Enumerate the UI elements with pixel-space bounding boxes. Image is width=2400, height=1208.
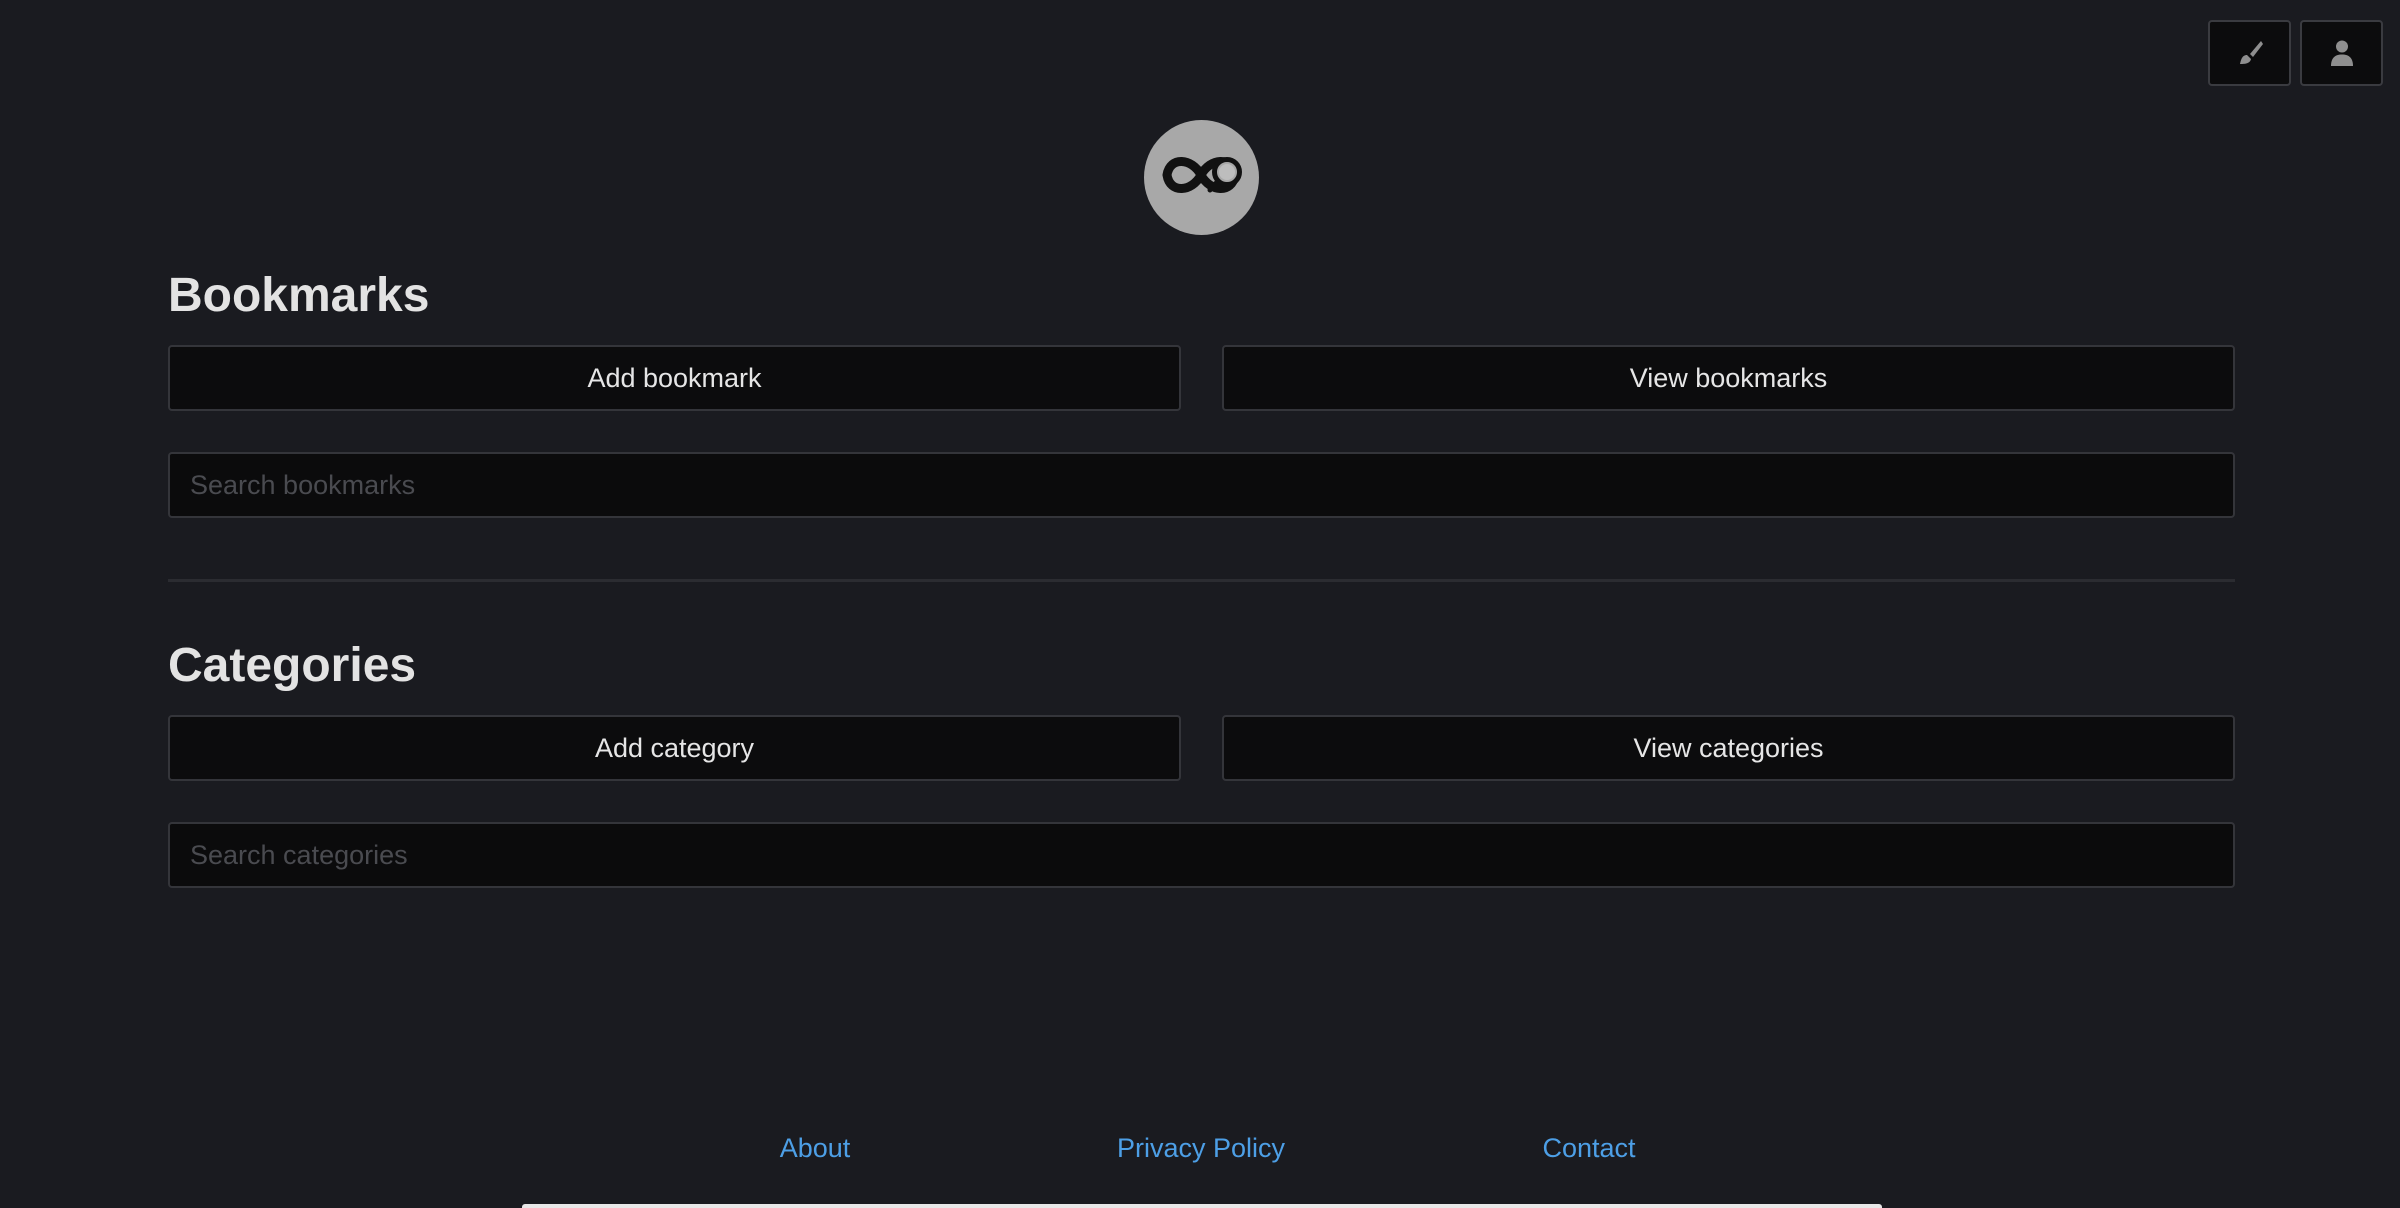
top-actions xyxy=(2208,20,2383,86)
view-categories-button[interactable]: View categories xyxy=(1222,715,2235,781)
app-logo xyxy=(1144,120,1259,235)
add-bookmark-button[interactable]: Add bookmark xyxy=(168,345,1181,411)
bookmarks-heading: Bookmarks xyxy=(168,269,430,322)
view-bookmarks-button[interactable]: View bookmarks xyxy=(1222,345,2235,411)
search-bookmarks-input[interactable] xyxy=(168,452,2235,518)
add-category-button[interactable]: Add category xyxy=(168,715,1181,781)
user-icon xyxy=(2330,39,2354,67)
footer-link-about[interactable]: About xyxy=(780,1133,851,1164)
paintbrush-icon xyxy=(2235,38,2265,68)
search-categories-input[interactable] xyxy=(168,822,2235,888)
account-button[interactable] xyxy=(2300,20,2383,86)
section-divider xyxy=(168,579,2235,582)
footer-link-privacy-policy[interactable]: Privacy Policy xyxy=(1117,1133,1285,1164)
theme-button[interactable] xyxy=(2208,20,2291,86)
footer-link-contact[interactable]: Contact xyxy=(1542,1133,1635,1164)
infinity-magnifier-icon xyxy=(1144,118,1259,238)
bottom-edge-bar xyxy=(522,1204,1882,1208)
categories-heading: Categories xyxy=(168,639,417,692)
